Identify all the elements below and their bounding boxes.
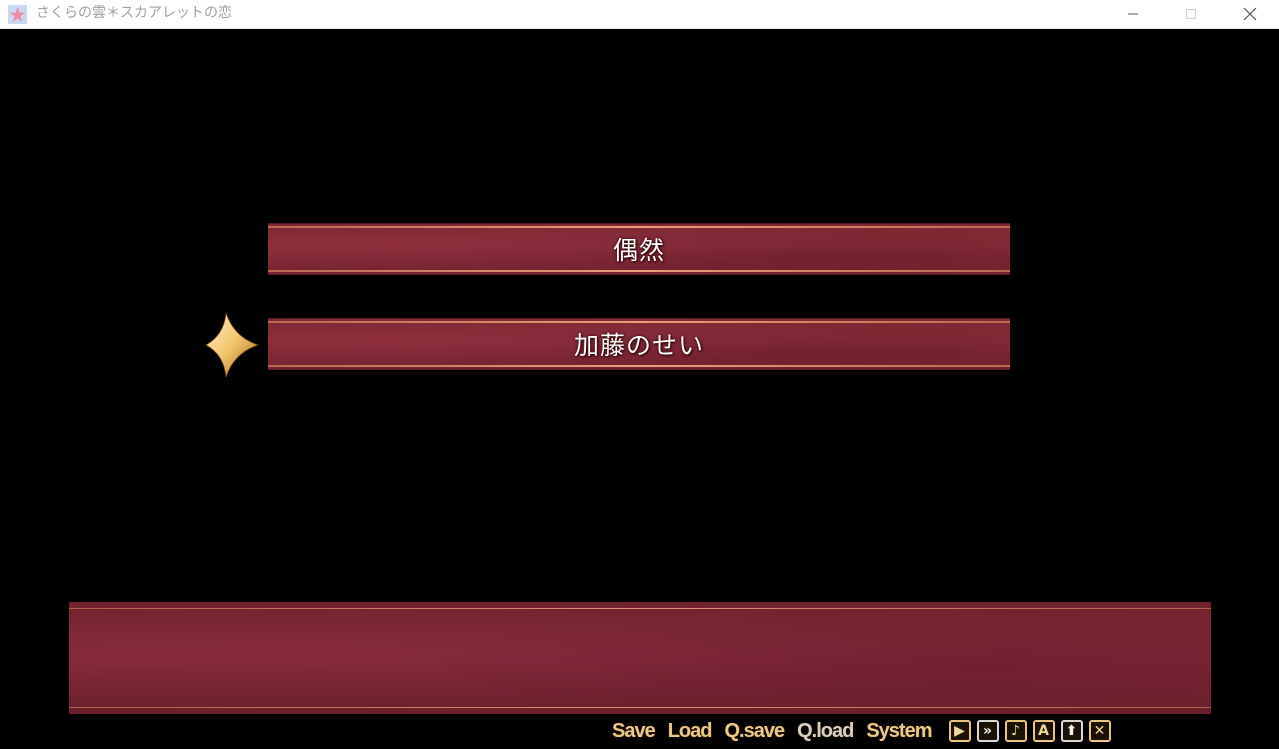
quick-menu-bar: Save Load Q.save Q.load System ▶ » ♪ A ⬆… xyxy=(612,718,1117,744)
maximize-button[interactable] xyxy=(1168,0,1214,28)
auto-play-icon: ▶ xyxy=(954,723,965,739)
quick-save-button[interactable]: Q.save xyxy=(725,720,786,743)
choice-button-2[interactable]: 加藤のせい xyxy=(268,318,1010,370)
window-title: さくらの雲＊スカアレットの恋 xyxy=(36,5,232,21)
skip-button[interactable]: » xyxy=(976,720,999,742)
close-window-icon xyxy=(1243,7,1257,21)
skip-icon: » xyxy=(982,723,993,739)
system-button[interactable]: System xyxy=(866,720,932,743)
choice-edge xyxy=(268,369,1010,370)
text-icon: A xyxy=(1038,723,1049,739)
minimize-icon xyxy=(1128,13,1138,15)
auto-play-button[interactable]: ▶ xyxy=(948,720,971,742)
close-window-button[interactable] xyxy=(1227,0,1273,28)
save-button[interactable]: Save xyxy=(612,720,656,743)
minimize-button[interactable] xyxy=(1110,0,1156,28)
selection-arrow-icon xyxy=(205,312,260,378)
choice-edge xyxy=(268,274,1010,275)
load-button[interactable]: Load xyxy=(668,720,713,743)
maximize-icon xyxy=(1186,9,1196,19)
close-button[interactable]: ✕ xyxy=(1088,720,1111,742)
quick-load-button[interactable]: Q.load xyxy=(797,720,854,743)
window-titlebar: さくらの雲＊スカアレットの恋 xyxy=(0,0,1279,29)
text-button[interactable]: A xyxy=(1032,720,1055,742)
app-icon xyxy=(8,5,27,24)
game-screen: 偶然 加藤のせい Save Load Q.save Q.load System … xyxy=(0,29,1279,749)
choice-button-1[interactable]: 偶然 xyxy=(268,223,1010,275)
quick-icon-group: ▶ » ♪ A ⬆ ✕ xyxy=(948,720,1117,742)
music-button[interactable]: ♪ xyxy=(1004,720,1027,742)
music-icon: ♪ xyxy=(1011,723,1020,739)
choice-label: 加藤のせい xyxy=(573,331,704,360)
close-icon: ✕ xyxy=(1093,723,1106,739)
hide-window-button[interactable]: ⬆ xyxy=(1060,720,1083,742)
hide-window-icon: ⬆ xyxy=(1065,723,1078,739)
message-window[interactable] xyxy=(69,602,1211,714)
choice-label: 偶然 xyxy=(612,236,665,265)
